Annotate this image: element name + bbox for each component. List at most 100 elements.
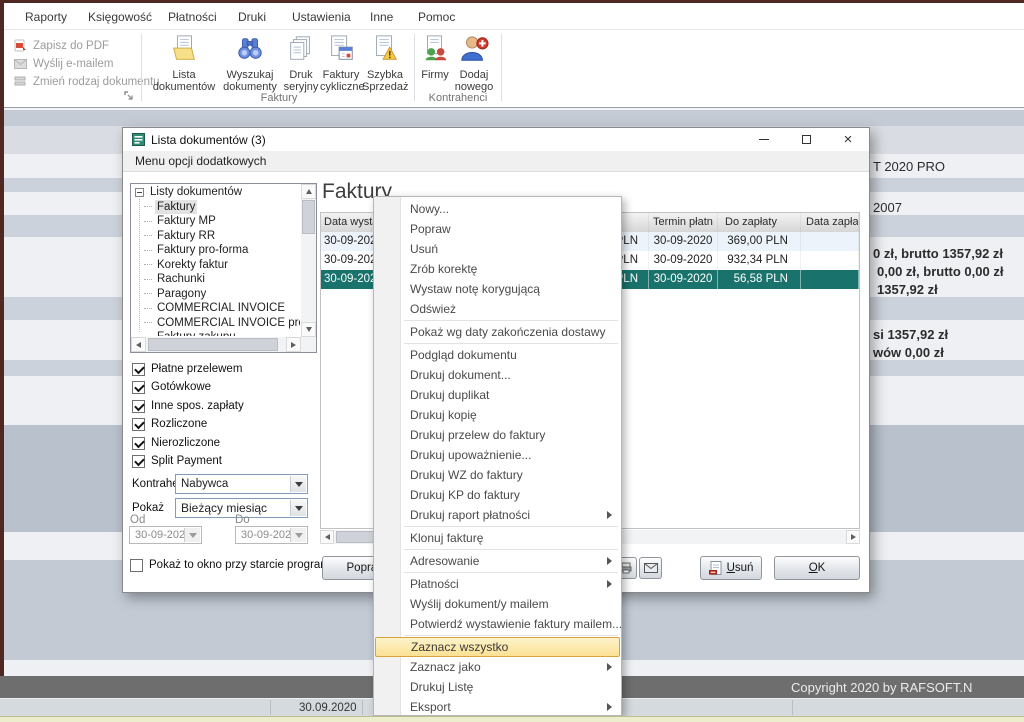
quick-action-send-email[interactable]: Wyślij e-mailem <box>14 56 113 71</box>
ctx-zrob-korekte[interactable]: Zrób korektę <box>374 259 621 279</box>
tree-item-rachunki[interactable]: Rachunki <box>132 272 300 287</box>
chevron-down-icon[interactable] <box>290 500 306 516</box>
menu-pomoc[interactable]: Pomoc <box>418 10 455 24</box>
ctx-drukuj-duplikat[interactable]: Drukuj duplikat <box>374 385 621 405</box>
ctx-klonuj-fakture[interactable]: Klonuj fakturę <box>374 528 621 548</box>
scroll-up-button[interactable] <box>301 184 316 199</box>
ctx-potwierdz-mailem[interactable]: Potwierdź wystawienie faktury mailem... <box>374 614 621 634</box>
tree-item-commercial-invoice-pro-forma[interactable]: COMMERCIAL INVOICE pro-for <box>132 316 300 331</box>
date-from-select[interactable]: 30-09-2020 <box>129 526 202 544</box>
tree-vscrollbar[interactable] <box>301 184 316 337</box>
tree-root[interactable]: Listy dokumentów <box>132 185 300 200</box>
filter-split-payment[interactable]: Split Payment <box>132 454 222 468</box>
ribbon-button-lista-dokumentow[interactable]: Lista dokumentów <box>150 34 218 93</box>
ctx-drukuj-kp[interactable]: Drukuj KP do faktury <box>374 485 621 505</box>
checkbox-checked-icon[interactable] <box>132 381 145 394</box>
menu-ksiegowosc[interactable]: Księgowość <box>88 10 152 24</box>
ctx-drukuj-przelew[interactable]: Drukuj przelew do faktury <box>374 425 621 445</box>
filter-gotowkowe[interactable]: Gotówkowe <box>132 380 211 394</box>
ctx-drukuj-kopie[interactable]: Drukuj kopię <box>374 405 621 425</box>
dialog-launcher-icon[interactable] <box>124 88 134 106</box>
scroll-down-button[interactable] <box>301 322 316 337</box>
checkbox-checked-icon[interactable] <box>132 437 145 450</box>
collapse-icon[interactable] <box>135 188 144 197</box>
tree-item-faktury-mp[interactable]: Faktury MP <box>132 214 300 229</box>
ctx-drukuj-upowaznienie[interactable]: Drukuj upoważnienie... <box>374 445 621 465</box>
checkbox-checked-icon[interactable] <box>132 455 145 468</box>
ribbon-button-faktury-cykliczne[interactable]: Faktury cykliczne <box>320 34 362 93</box>
ctx-popraw[interactable]: Popraw <box>374 219 621 239</box>
filter-platne-przelewem[interactable]: Płatne przelewem <box>132 362 242 376</box>
taskbar-strip <box>0 716 1024 722</box>
filter-inne-sposoby-zaplaty[interactable]: Inne spos. zapłaty <box>132 399 244 413</box>
close-button[interactable]: × <box>827 128 869 151</box>
scrollbar-thumb[interactable] <box>148 338 278 351</box>
ctx-nowy[interactable]: Nowy... <box>374 199 621 219</box>
tree-item-korekty-faktur[interactable]: Korekty faktur <box>132 258 300 273</box>
document-types-tree[interactable]: Listy dokumentów Faktury Faktury MP Fakt… <box>130 183 317 353</box>
col-data-zaplaty[interactable]: Data zapłaty <box>801 213 859 232</box>
scroll-right-button[interactable] <box>286 337 301 352</box>
ctx-adresowanie[interactable]: Adresowanie <box>374 551 621 571</box>
filter-nierozliczone[interactable]: Nierozliczone <box>132 436 220 450</box>
ribbon-button-firmy[interactable]: Firmy <box>418 34 452 81</box>
ribbon-group-separator <box>141 34 142 101</box>
ribbon-button-dodaj-nowego[interactable]: Dodaj nowego <box>452 34 496 93</box>
scroll-left-button[interactable] <box>131 337 146 352</box>
checkbox-checked-icon[interactable] <box>132 418 145 431</box>
email-button[interactable] <box>639 557 662 579</box>
ctx-zaznacz-jako[interactable]: Zaznacz jako <box>374 657 621 677</box>
dialog-titlebar[interactable]: Lista dokumentów (3) × <box>123 128 869 151</box>
ctx-drukuj-wz[interactable]: Drukuj WZ do faktury <box>374 465 621 485</box>
startup-checkbox[interactable]: Pokaż to okno przy starcie programu <box>130 558 336 572</box>
ctx-drukuj-raport-platnosci[interactable]: Drukuj raport płatności <box>374 505 621 525</box>
ctx-pokaz-wg-daty[interactable]: Pokaż wg daty zakończenia dostawy <box>374 322 621 342</box>
tree-item-faktury-zakupu[interactable]: Faktury zakupu <box>132 330 300 336</box>
quick-action-change-doc-type[interactable]: Zmień rodzaj dokumentu <box>14 74 160 89</box>
minimize-button[interactable] <box>743 128 785 151</box>
checkbox-unchecked-icon[interactable] <box>130 559 143 572</box>
maximize-button[interactable] <box>785 128 827 151</box>
menu-ustawienia[interactable]: Ustawienia <box>292 10 351 24</box>
tree-hscrollbar[interactable] <box>131 337 301 352</box>
ctx-podglad-dokumentu[interactable]: Podgląd dokumentu <box>374 345 621 365</box>
checkbox-checked-icon[interactable] <box>132 400 145 413</box>
col-do-zaplaty[interactable]: Do zapłaty <box>718 213 801 232</box>
ctx-wystaw-note[interactable]: Wystaw notę korygującą <box>374 279 621 299</box>
ctx-wyslij-mailem[interactable]: Wyślij dokument/y mailem <box>374 594 621 614</box>
col-termin-platnosci[interactable]: Termin płatn <box>649 213 718 232</box>
menu-platnosci[interactable]: Płatności <box>168 10 217 24</box>
ribbon-button-druk-seryjny[interactable]: Druk seryjny <box>282 34 320 93</box>
tree-item-faktury-pro-forma[interactable]: Faktury pro-forma <box>132 243 300 258</box>
menu-inne[interactable]: Inne <box>370 10 393 24</box>
checkbox-checked-icon[interactable] <box>132 363 145 376</box>
tree-item-paragony[interactable]: Paragony <box>132 287 300 302</box>
options-menu[interactable]: Menu opcji dodatkowych <box>135 154 266 168</box>
ctx-platnosci[interactable]: Płatności <box>374 574 621 594</box>
filter-rozliczone[interactable]: Rozliczone <box>132 417 207 431</box>
document-stack-icon <box>286 34 316 64</box>
chevron-down-icon[interactable] <box>290 476 306 492</box>
ok-button[interactable]: OK <box>774 556 860 580</box>
tree-item-faktury[interactable]: Faktury <box>132 200 300 215</box>
tree-item-commercial-invoice[interactable]: COMMERCIAL INVOICE <box>132 301 300 316</box>
date-to-select[interactable]: 30-09-2020 <box>235 526 308 544</box>
scroll-right-button[interactable] <box>846 530 860 544</box>
ctx-eksport[interactable]: Eksport <box>374 697 621 716</box>
tree-item-faktury-rr[interactable]: Faktury RR <box>132 229 300 244</box>
menu-raporty[interactable]: Raporty <box>25 10 67 24</box>
scroll-left-button[interactable] <box>320 530 334 544</box>
ctx-usun[interactable]: Usuń <box>374 239 621 259</box>
scrollbar-thumb[interactable] <box>302 200 315 234</box>
ribbon-button-wyszukaj-dokumenty[interactable]: Wyszukaj dokumenty <box>218 34 282 93</box>
ctx-odswiez[interactable]: Odśwież <box>374 299 621 319</box>
ctx-drukuj-liste[interactable]: Drukuj Listę <box>374 677 621 697</box>
usun-button[interactable]: Usuń <box>700 556 762 580</box>
quick-action-save-pdf[interactable]: Zapisz do PDF <box>14 38 109 53</box>
ctx-drukuj-dokument[interactable]: Drukuj dokument... <box>374 365 621 385</box>
menu-druki[interactable]: Druki <box>238 10 266 24</box>
ctx-zaznacz-wszystko[interactable]: Zaznacz wszystko <box>375 637 620 657</box>
companies-icon <box>420 34 450 64</box>
kontrahent-select[interactable]: Nabywca <box>175 474 308 494</box>
ribbon-button-szybka-sprzedaz[interactable]: Szybka Sprzedaż <box>362 34 408 93</box>
